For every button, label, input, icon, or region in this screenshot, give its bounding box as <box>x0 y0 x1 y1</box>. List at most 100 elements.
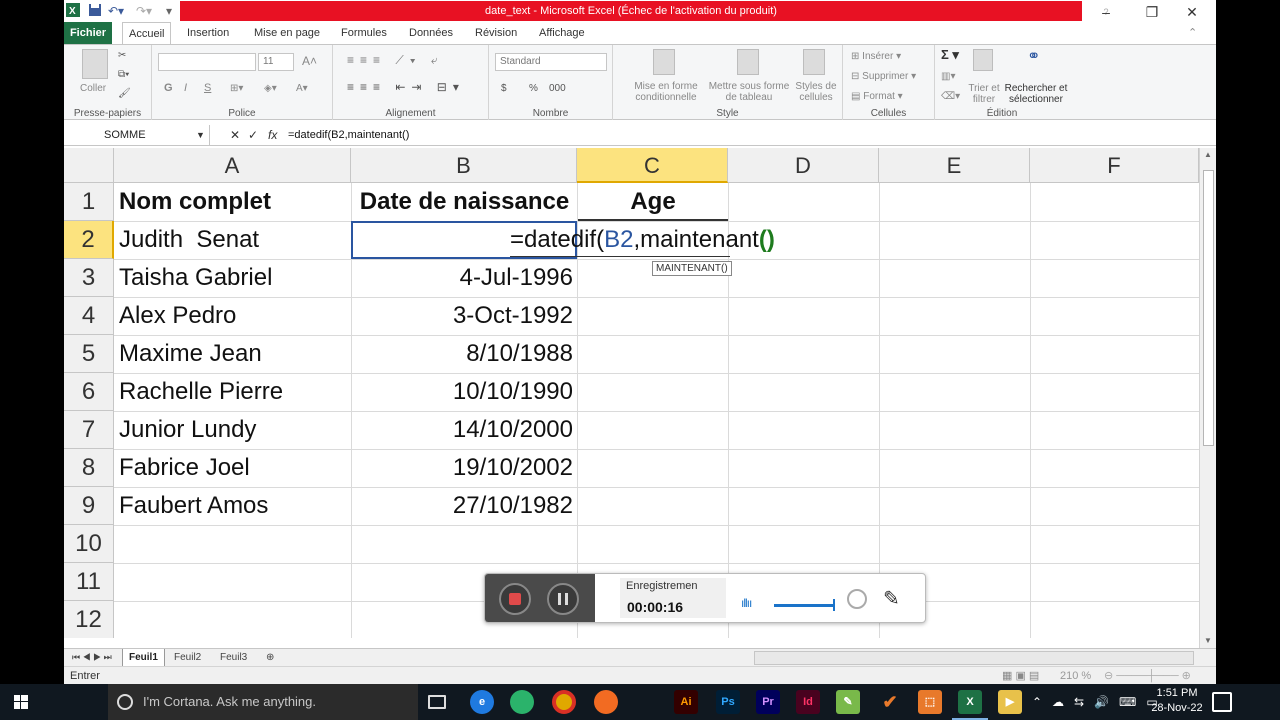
tab-insertion[interactable]: Insertion <box>181 22 235 44</box>
firefox-icon[interactable] <box>594 690 618 714</box>
save-icon[interactable] <box>88 3 102 19</box>
volume-slider[interactable] <box>774 604 834 607</box>
bold-button[interactable]: G <box>164 83 173 94</box>
cortana-search-box[interactable]: I'm Cortana. Ask me anything. <box>108 684 418 720</box>
currency-button[interactable]: $ <box>501 83 507 94</box>
underline-button[interactable]: S <box>204 83 211 94</box>
find-binoculars-icon[interactable]: ⚭ <box>1027 49 1040 65</box>
zoom-slider[interactable]: ⊖ ────┼─── ⊕ <box>1104 667 1204 684</box>
row-header-9[interactable]: 9 <box>64 487 114 525</box>
number-format-combo[interactable]: Standard <box>495 53 607 71</box>
italic-button[interactable]: I <box>184 83 187 94</box>
app-orange-icon[interactable]: ⬚ <box>918 690 942 714</box>
record-pause-button[interactable] <box>547 583 579 615</box>
font-color-icon[interactable]: A▾ <box>296 83 308 94</box>
photoshop-icon[interactable]: Ps <box>716 690 740 714</box>
thousands-button[interactable]: 000 <box>549 83 566 94</box>
col-header-d[interactable]: D <box>728 148 879 183</box>
xampp-icon[interactable]: ✔ <box>878 690 902 714</box>
cell-styles-button[interactable]: Styles de cellules <box>793 81 839 103</box>
insert-cells-button[interactable]: ⊞ Insérer ▾ <box>851 51 901 62</box>
cell-a5[interactable]: Maxime Jean <box>115 335 351 373</box>
name-box[interactable]: SOMME <box>64 125 210 145</box>
row-header-1[interactable]: 1 <box>64 183 114 221</box>
undo-icon[interactable]: ↶▾ <box>108 3 124 19</box>
tab-donnees[interactable]: Données <box>403 22 459 44</box>
cell-c1[interactable]: Age <box>578 183 728 221</box>
restore-button[interactable]: ❐ <box>1130 0 1174 24</box>
cell-a2[interactable]: Judith Senat <box>115 221 351 259</box>
format-cells-button[interactable]: ▤ Format ▾ <box>851 91 903 102</box>
row-header-6[interactable]: 6 <box>64 373 114 411</box>
redo-icon[interactable]: ↷▾ <box>136 3 152 19</box>
ribbon-collapse-icon[interactable]: ⌃ <box>1182 22 1203 44</box>
cell-b8[interactable]: 19/10/2002 <box>352 449 577 487</box>
autosum-button[interactable]: Σ ▾ <box>941 48 959 61</box>
chrome-icon[interactable] <box>552 690 576 714</box>
font-size-combo[interactable]: 11 <box>258 53 294 71</box>
delete-cells-button[interactable]: ⊟ Supprimer ▾ <box>851 71 916 82</box>
cell-b1[interactable]: Date de naissance <box>352 183 577 221</box>
webcam-icon[interactable] <box>847 589 867 609</box>
spreadsheet-grid[interactable]: A B C D E F 1 2 3 4 5 6 7 8 9 10 11 12 N… <box>64 148 1199 638</box>
col-header-e[interactable]: E <box>879 148 1030 183</box>
row-header-7[interactable]: 7 <box>64 411 114 449</box>
tab-mise-en-page[interactable]: Mise en page <box>248 22 326 44</box>
cell-a3[interactable]: Taisha Gabriel <box>115 259 351 297</box>
notepad-icon[interactable]: ✎ <box>836 690 860 714</box>
formula-input[interactable]: =datedif(B2,maintenant() <box>288 125 409 145</box>
cancel-formula-button[interactable]: ✕ <box>230 126 240 144</box>
sheet-tab-feuil3[interactable]: Feuil3 <box>214 649 253 666</box>
cell-b9[interactable]: 27/10/1982 <box>352 487 577 525</box>
enter-formula-button[interactable]: ✓ <box>248 126 258 144</box>
cell-a8[interactable]: Fabrice Joel <box>115 449 351 487</box>
sort-filter-icon[interactable] <box>973 49 993 71</box>
copy-icon[interactable]: ⧉▾ <box>118 69 129 80</box>
format-painter-icon[interactable]: 🖌 <box>118 88 131 99</box>
cell-b5[interactable]: 8/10/1988 <box>352 335 577 373</box>
premiere-icon[interactable]: Pr <box>756 690 780 714</box>
illustrator-icon[interactable]: Ai <box>674 690 698 714</box>
horizontal-align-icons[interactable]: ≡≡≡ ⇤⇥ ⊟▾ <box>347 81 465 93</box>
edge-legacy-icon[interactable]: e <box>470 690 494 714</box>
col-header-a[interactable]: A <box>114 148 351 183</box>
row-header-12[interactable]: 12 <box>64 601 114 638</box>
cell-b7[interactable]: 14/10/2000 <box>352 411 577 449</box>
cell-b4[interactable]: 3-Oct-1992 <box>352 297 577 335</box>
cell-a1[interactable]: Nom complet <box>115 183 351 221</box>
cell-edit-formula[interactable]: =datedif(B2,maintenant() <box>510 221 775 259</box>
volume-slider-handle[interactable] <box>833 599 835 611</box>
fill-color-icon[interactable]: ◈▾ <box>264 83 277 94</box>
grow-font-icon[interactable]: A˄ <box>302 55 317 67</box>
row-header-8[interactable]: 8 <box>64 449 114 487</box>
system-tray[interactable]: ⌃ ☁ ⇆ 🔊 ⌨ ▭ <box>1032 684 1158 720</box>
cell-a7[interactable]: Junior Lundy <box>115 411 351 449</box>
fill-icon[interactable]: ▥▾ <box>941 71 955 82</box>
annotate-pen-icon[interactable]: ✎ <box>883 586 900 611</box>
notifications-icon[interactable] <box>1212 692 1232 712</box>
row-header-3[interactable]: 3 <box>64 259 114 297</box>
folder-icon[interactable]: ▶ <box>998 690 1022 714</box>
paste-icon[interactable] <box>82 49 108 79</box>
tab-accueil[interactable]: Accueil <box>122 22 172 44</box>
scroll-down-icon[interactable]: ▼ <box>1204 636 1212 645</box>
conditional-format-button[interactable]: Mise en forme conditionnelle <box>627 81 705 103</box>
row-header-11[interactable]: 11 <box>64 563 114 601</box>
row-header-4[interactable]: 4 <box>64 297 114 335</box>
horizontal-scrollbar[interactable] <box>754 651 1194 665</box>
indesign-icon[interactable]: Id <box>796 690 820 714</box>
format-table-button[interactable]: Mettre sous forme de tableau <box>705 81 793 103</box>
find-select-button[interactable]: Rechercher et sélectionner <box>1001 83 1071 105</box>
paste-label[interactable]: Coller <box>80 83 106 94</box>
edge-icon[interactable] <box>510 690 534 714</box>
sheet-nav-icons[interactable]: ⏮ ◀ ▶ ⏭ <box>66 649 118 666</box>
vertical-scroll-thumb[interactable] <box>1203 170 1214 446</box>
tab-fichier[interactable]: Fichier <box>64 22 112 44</box>
start-button[interactable] <box>0 684 42 720</box>
function-tooltip[interactable]: MAINTENANT() <box>652 261 732 276</box>
clear-icon[interactable]: ⌫▾ <box>941 91 960 102</box>
cell-a4[interactable]: Alex Pedro <box>115 297 351 335</box>
vertical-scrollbar[interactable]: ▲ ▼ <box>1199 148 1216 648</box>
percent-button[interactable]: % <box>529 83 538 94</box>
minimize-button[interactable]: – <box>1084 0 1128 24</box>
